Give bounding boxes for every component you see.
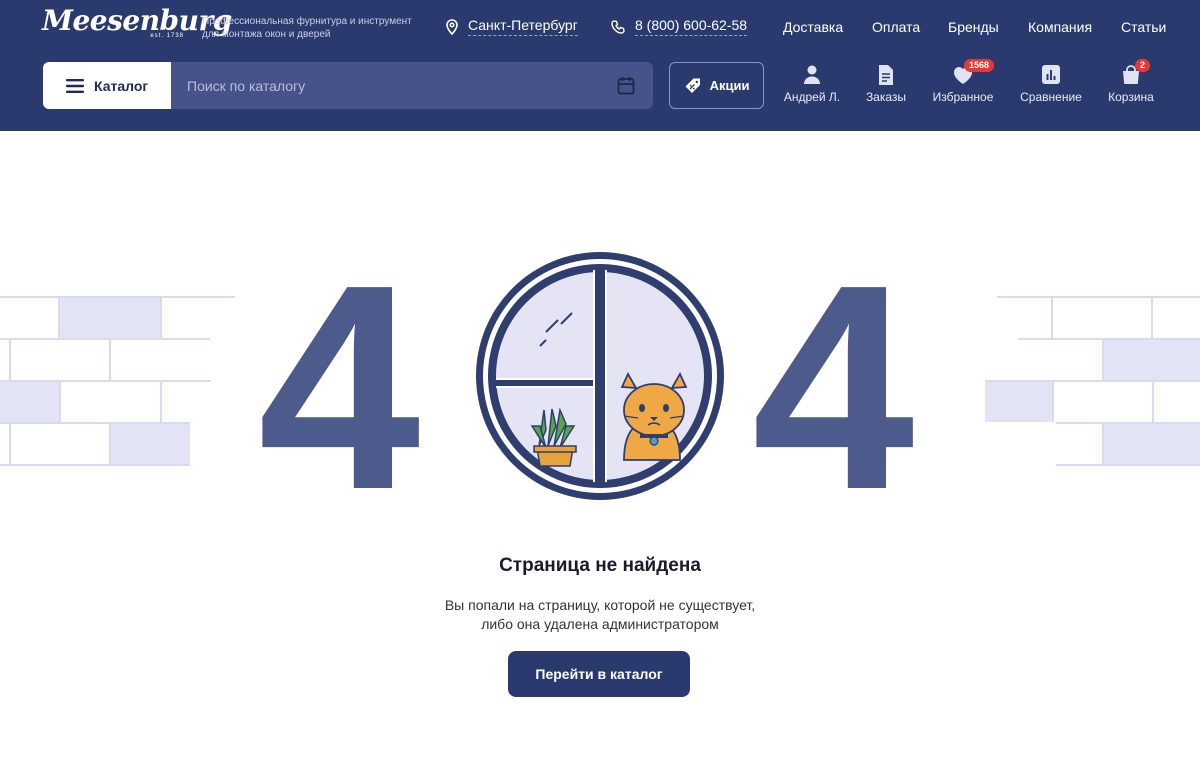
site-header: Meesenburg est. 1738 Профессиональная фу… (0, 0, 1200, 131)
phone-icon (611, 19, 625, 34)
brick (0, 382, 61, 422)
brick (0, 424, 11, 464)
brick (60, 298, 162, 338)
brick (1104, 340, 1200, 380)
logo-est: est. 1738 (150, 33, 184, 39)
brick (0, 298, 60, 338)
tagline-line-2: для монтажа окон и дверей (202, 29, 331, 40)
shopping-bag-icon: 2 (1118, 59, 1151, 86)
discount-tag-icon (685, 78, 700, 93)
promo-button[interactable]: Акции (669, 62, 764, 109)
error-description-line-1: Вы попали на страницу, которой не сущест… (444, 597, 756, 613)
brick-row (1018, 338, 1200, 380)
brick (1018, 340, 1104, 380)
nav-articles[interactable]: Статьи (1121, 19, 1166, 35)
brick (1154, 382, 1200, 422)
phone-link[interactable]: 8 (800) 600-62-58 (611, 17, 748, 36)
logo[interactable]: Meesenburg est. 1738 (42, 4, 232, 44)
brick (162, 298, 235, 338)
search-bar (171, 62, 653, 109)
digit-four-left: 4 (258, 224, 420, 550)
catalog-button[interactable]: Каталог (43, 62, 171, 109)
location-pin-icon (446, 18, 458, 35)
brick (985, 382, 1054, 422)
cart-link[interactable]: 2 Корзина (1105, 59, 1157, 104)
brick (1153, 298, 1200, 338)
tagline-line-1: Профессиональная фурнитура и инструмент (202, 16, 412, 27)
go-to-catalog-button[interactable]: Перейти в каталог (508, 651, 690, 697)
brick (997, 298, 1053, 338)
brick-row (0, 338, 210, 380)
error-description-line-2: либо она удалена администратором (481, 616, 719, 632)
brick-row (0, 422, 190, 466)
cart-label: Корзина (1108, 90, 1154, 104)
brick (61, 382, 162, 422)
brick (111, 340, 210, 380)
favorites-badge: 1568 (964, 59, 995, 72)
orders-link[interactable]: Заказы (864, 64, 908, 104)
account-link[interactable]: Андрей Л. (782, 64, 842, 104)
account-label: Андрей Л. (783, 90, 841, 104)
brick (11, 340, 111, 380)
tagline: Профессиональная фурнитура и инструмент … (202, 15, 432, 41)
brick (1104, 424, 1200, 464)
user-icon (799, 64, 825, 86)
promo-label: Акции (709, 78, 750, 93)
city-label: Санкт-Петербург (468, 17, 578, 36)
brick (1053, 298, 1153, 338)
calendar-icon[interactable] (617, 76, 635, 95)
error-description: Вы попали на страницу, которой не сущест… (0, 596, 1200, 634)
brick-row (0, 380, 211, 422)
digit-four-right: 4 (752, 224, 914, 550)
brick (162, 382, 211, 422)
nav-delivery[interactable]: Доставка (783, 19, 843, 35)
brick (0, 340, 11, 380)
phone-number: 8 (800) 600-62-58 (635, 17, 748, 36)
brick-row (0, 296, 235, 338)
nav-payment[interactable]: Оплата (872, 19, 920, 35)
favorites-label: Избранное (932, 90, 994, 104)
search-input[interactable] (171, 62, 601, 109)
nav-company[interactable]: Компания (1028, 19, 1092, 35)
cart-badge: 2 (1135, 59, 1151, 72)
brick-row (985, 380, 1200, 422)
orders-label: Заказы (865, 90, 907, 104)
compare-link[interactable]: Сравнение (1018, 64, 1084, 104)
heart-icon: 1568 (950, 59, 995, 86)
compare-label: Сравнение (1020, 90, 1082, 104)
document-icon (873, 64, 899, 86)
brick (11, 424, 111, 464)
brick-row (997, 296, 1200, 338)
brick-row (1056, 422, 1200, 466)
brick (111, 424, 190, 464)
brick (1056, 424, 1104, 464)
bar-chart-icon (1038, 64, 1064, 86)
page-title: Страница не найдена (499, 555, 701, 576)
favorites-link[interactable]: 1568 Избранное (930, 59, 996, 104)
brick (1054, 382, 1154, 422)
catalog-label: Каталог (94, 77, 149, 94)
top-bar: Meesenburg est. 1738 Профессиональная фу… (0, 0, 1200, 54)
nav-brands[interactable]: Бренды (948, 19, 999, 35)
city-selector[interactable]: Санкт-Петербург (445, 17, 578, 36)
menu-icon (66, 78, 84, 93)
round-window-cat-illustration (476, 252, 724, 500)
